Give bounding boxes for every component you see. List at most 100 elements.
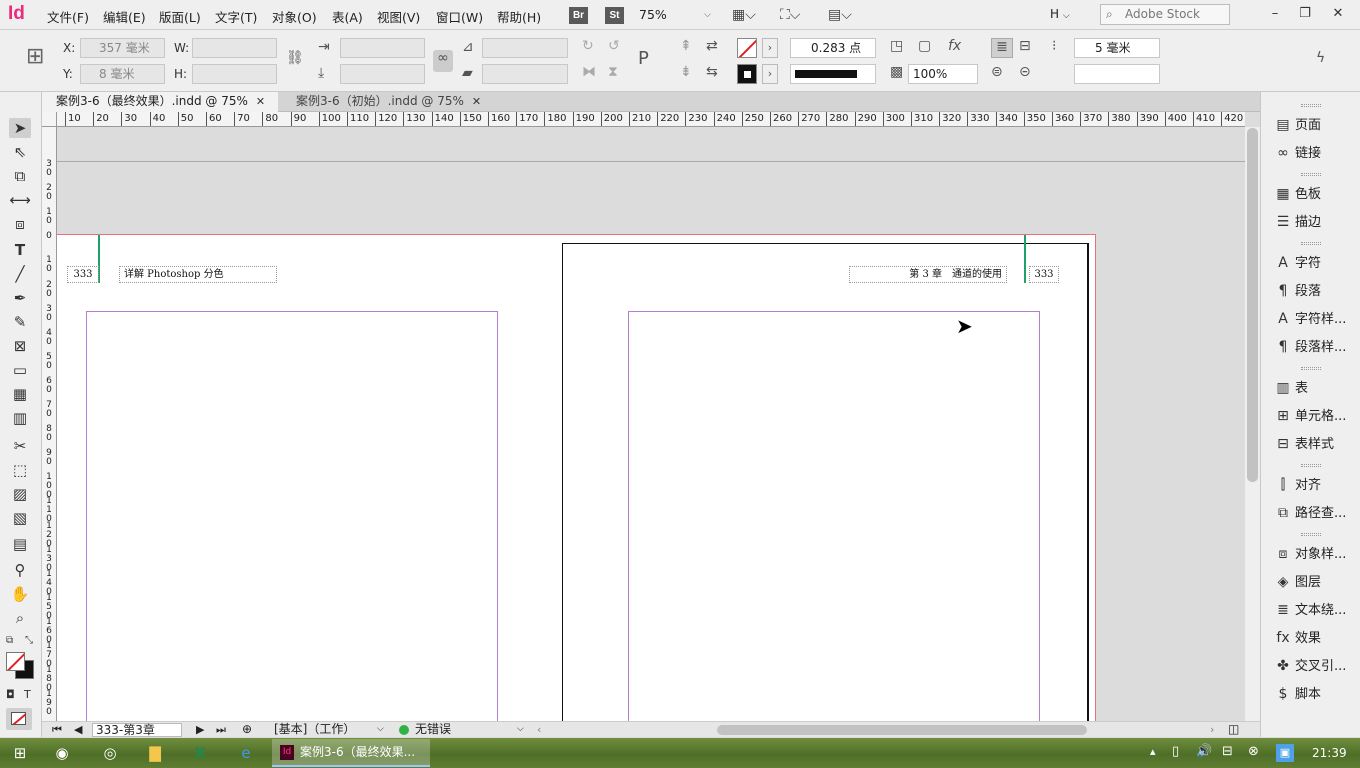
fill-color-icon[interactable] (6, 652, 25, 671)
left-page-number[interactable]: 333 (67, 266, 99, 283)
scale-x-field[interactable] (340, 38, 425, 58)
selection-tool-icon[interactable]: ➤ (9, 118, 31, 138)
panel-scripts[interactable]: $ 脚本 (1271, 683, 1359, 705)
pen-tool-icon[interactable]: ✒ (9, 288, 31, 308)
stroke-menu-button[interactable]: › (762, 64, 778, 84)
constrain-proportions-icon[interactable]: ⛓ (286, 50, 304, 66)
tray-app-icon[interactable]: ⊟ (1222, 744, 1233, 759)
panel-table-styles[interactable]: ⊟ 表样式 (1271, 433, 1359, 455)
tray-status-icon[interactable]: ⊗ (1248, 744, 1259, 759)
tray-chevron-icon[interactable]: ▴ (1150, 745, 1156, 758)
panel-group-grip[interactable] (1301, 464, 1321, 467)
flip-horizontal-icon[interactable]: ⧓ (582, 64, 596, 80)
panel-pages[interactable]: ▤ 页面 (1271, 114, 1359, 136)
panel-group-grip[interactable] (1301, 104, 1321, 107)
opacity-field[interactable]: 100% (908, 64, 978, 84)
gradient-feather-tool-icon[interactable]: ▧ (9, 508, 31, 528)
rectangle-tool-icon[interactable]: ▭ (9, 360, 31, 380)
menu-object[interactable]: 对象(O) (272, 7, 317, 26)
open-page-icon[interactable]: ⊕ (242, 722, 252, 737)
ruler-origin[interactable] (42, 112, 57, 127)
swap-colors-icon[interactable]: ⤡ (25, 635, 33, 646)
panel-cross-references[interactable]: ✤ 交叉引... (1271, 655, 1359, 677)
select-container-icon[interactable]: ⇞ (680, 38, 692, 54)
minimize-button[interactable]: – (1260, 3, 1290, 25)
menu-file[interactable]: 文件(F) (47, 7, 89, 26)
y-field[interactable]: 8 毫米 (80, 64, 165, 84)
quick-apply-icon[interactable]: ϟ (1316, 50, 1325, 66)
panel-character[interactable]: A 字符 (1271, 252, 1359, 274)
excel-icon[interactable]: X (180, 738, 220, 768)
start-icon[interactable]: ⊞ (0, 738, 40, 768)
tab-final[interactable]: 案例3-6（最终效果）.indd @ 75% ✕ (42, 92, 278, 112)
stock-search-input[interactable]: ⌕ Adobe Stock (1100, 4, 1230, 25)
stroke-swatch[interactable] (737, 64, 757, 84)
menu-edit[interactable]: 编辑(E) (103, 7, 146, 26)
next-page-icon[interactable]: ▶ (196, 722, 204, 737)
fx-icon[interactable]: fx (948, 38, 961, 54)
select-content-icon[interactable]: ⇄ (706, 38, 718, 54)
page-select[interactable]: 333-第3章 (92, 723, 182, 737)
menu-help[interactable]: 帮助(H) (497, 7, 541, 26)
zoom-select[interactable]: 75% ⌵ (635, 5, 715, 25)
workspace-switcher[interactable]: H ⌵ (1050, 7, 1070, 21)
panel-paragraph-styles[interactable]: ¶ 段落样... (1271, 336, 1359, 358)
line-tool-icon[interactable]: ╱ (9, 264, 31, 284)
wrap-jump-icon[interactable]: ⊝ (1019, 64, 1031, 80)
type-tool-icon[interactable]: T (9, 240, 31, 260)
stroke-type-select[interactable] (790, 64, 876, 84)
right-page-number[interactable]: 333 (1029, 266, 1059, 283)
grid-tool-icon[interactable]: ▥ (9, 408, 31, 428)
split-window-icon[interactable]: ◫ (1228, 722, 1239, 737)
volume-icon[interactable]: 🔊 (1196, 744, 1212, 759)
panel-align[interactable]: ⫿ 对齐 (1271, 474, 1359, 496)
zoom-tool-icon[interactable]: ⌕ (9, 608, 31, 628)
text-frame-icon[interactable]: P (638, 48, 649, 69)
panel-group-grip[interactable] (1301, 367, 1321, 370)
page-tool-icon[interactable]: ⧉ (9, 166, 31, 186)
document-canvas[interactable]: 333 详解 Photoshop 分色 第 3 章 通道的使用 333 ➤ (57, 127, 1245, 721)
panel-object-styles[interactable]: ⧈ 对象样... (1271, 543, 1359, 565)
left-running-header[interactable]: 详解 Photoshop 分色 (119, 266, 277, 283)
reference-point-icon[interactable]: ⊞ (26, 44, 44, 69)
app-icon-2[interactable]: ◎ (90, 738, 130, 768)
bridge-button[interactable]: Br (569, 7, 588, 24)
scroll-left-icon[interactable]: ‹ (537, 722, 541, 737)
frame-shadow-icon[interactable]: ▢ (918, 38, 931, 54)
ie-icon[interactable]: e (226, 738, 266, 768)
scroll-right-icon[interactable]: › (1210, 722, 1214, 737)
chevron-down-icon[interactable]: ⌵ (377, 722, 384, 737)
app-icon-1[interactable]: ◉ (42, 738, 82, 768)
panel-effects[interactable]: fx 效果 (1271, 627, 1359, 649)
style-select[interactable]: [基本]（工作） (274, 722, 355, 737)
h-field[interactable] (192, 64, 277, 84)
panel-table[interactable]: ▥ 表 (1271, 377, 1359, 399)
horizontal-ruler[interactable]: 10 20 30 40 50 60 70 80 90 100 110 120 130 140 150 160 1… (57, 112, 1245, 127)
hand-tool-icon[interactable]: ✋ (9, 584, 31, 604)
panel-stroke[interactable]: ☰ 描边 (1271, 211, 1359, 233)
default-colors-icon[interactable]: ⧉ (6, 635, 13, 646)
arrange-documents-icon[interactable]: ▤⌵ (828, 7, 852, 23)
x-field[interactable]: 357 毫米 (80, 38, 165, 58)
screen-mode-icon[interactable]: ⛶⌵ (780, 7, 800, 23)
panel-swatches[interactable]: ▦ 色板 (1271, 183, 1359, 205)
w-field[interactable] (192, 38, 277, 58)
close-icon[interactable]: ✕ (472, 95, 481, 108)
rectangle-frame-tool-icon[interactable]: ⊠ (9, 336, 31, 356)
drop-shadow-icon[interactable]: ◳ (890, 38, 903, 54)
table-tool-icon[interactable]: ▦ (9, 384, 31, 404)
note-tool-icon[interactable]: ▤ (9, 534, 31, 554)
panel-character-styles[interactable]: A 字符样... (1271, 308, 1359, 330)
previous-page-icon[interactable]: ◀ (74, 722, 82, 737)
rotate-field[interactable] (482, 38, 568, 58)
panel-group-grip[interactable] (1301, 533, 1321, 536)
pencil-tool-icon[interactable]: ✎ (9, 312, 31, 332)
panel-layers[interactable]: ◈ 图层 (1271, 571, 1359, 593)
menu-layout[interactable]: 版面(L) (159, 7, 201, 26)
vertical-scroll-thumb[interactable] (1247, 128, 1258, 482)
content-collector-icon[interactable]: ⧈ (9, 214, 31, 234)
menu-table[interactable]: 表(A) (332, 7, 363, 26)
frame-fitting-select[interactable] (1074, 64, 1160, 84)
direct-selection-tool-icon[interactable]: ⇖ (9, 142, 31, 162)
shear-field[interactable] (482, 64, 568, 84)
